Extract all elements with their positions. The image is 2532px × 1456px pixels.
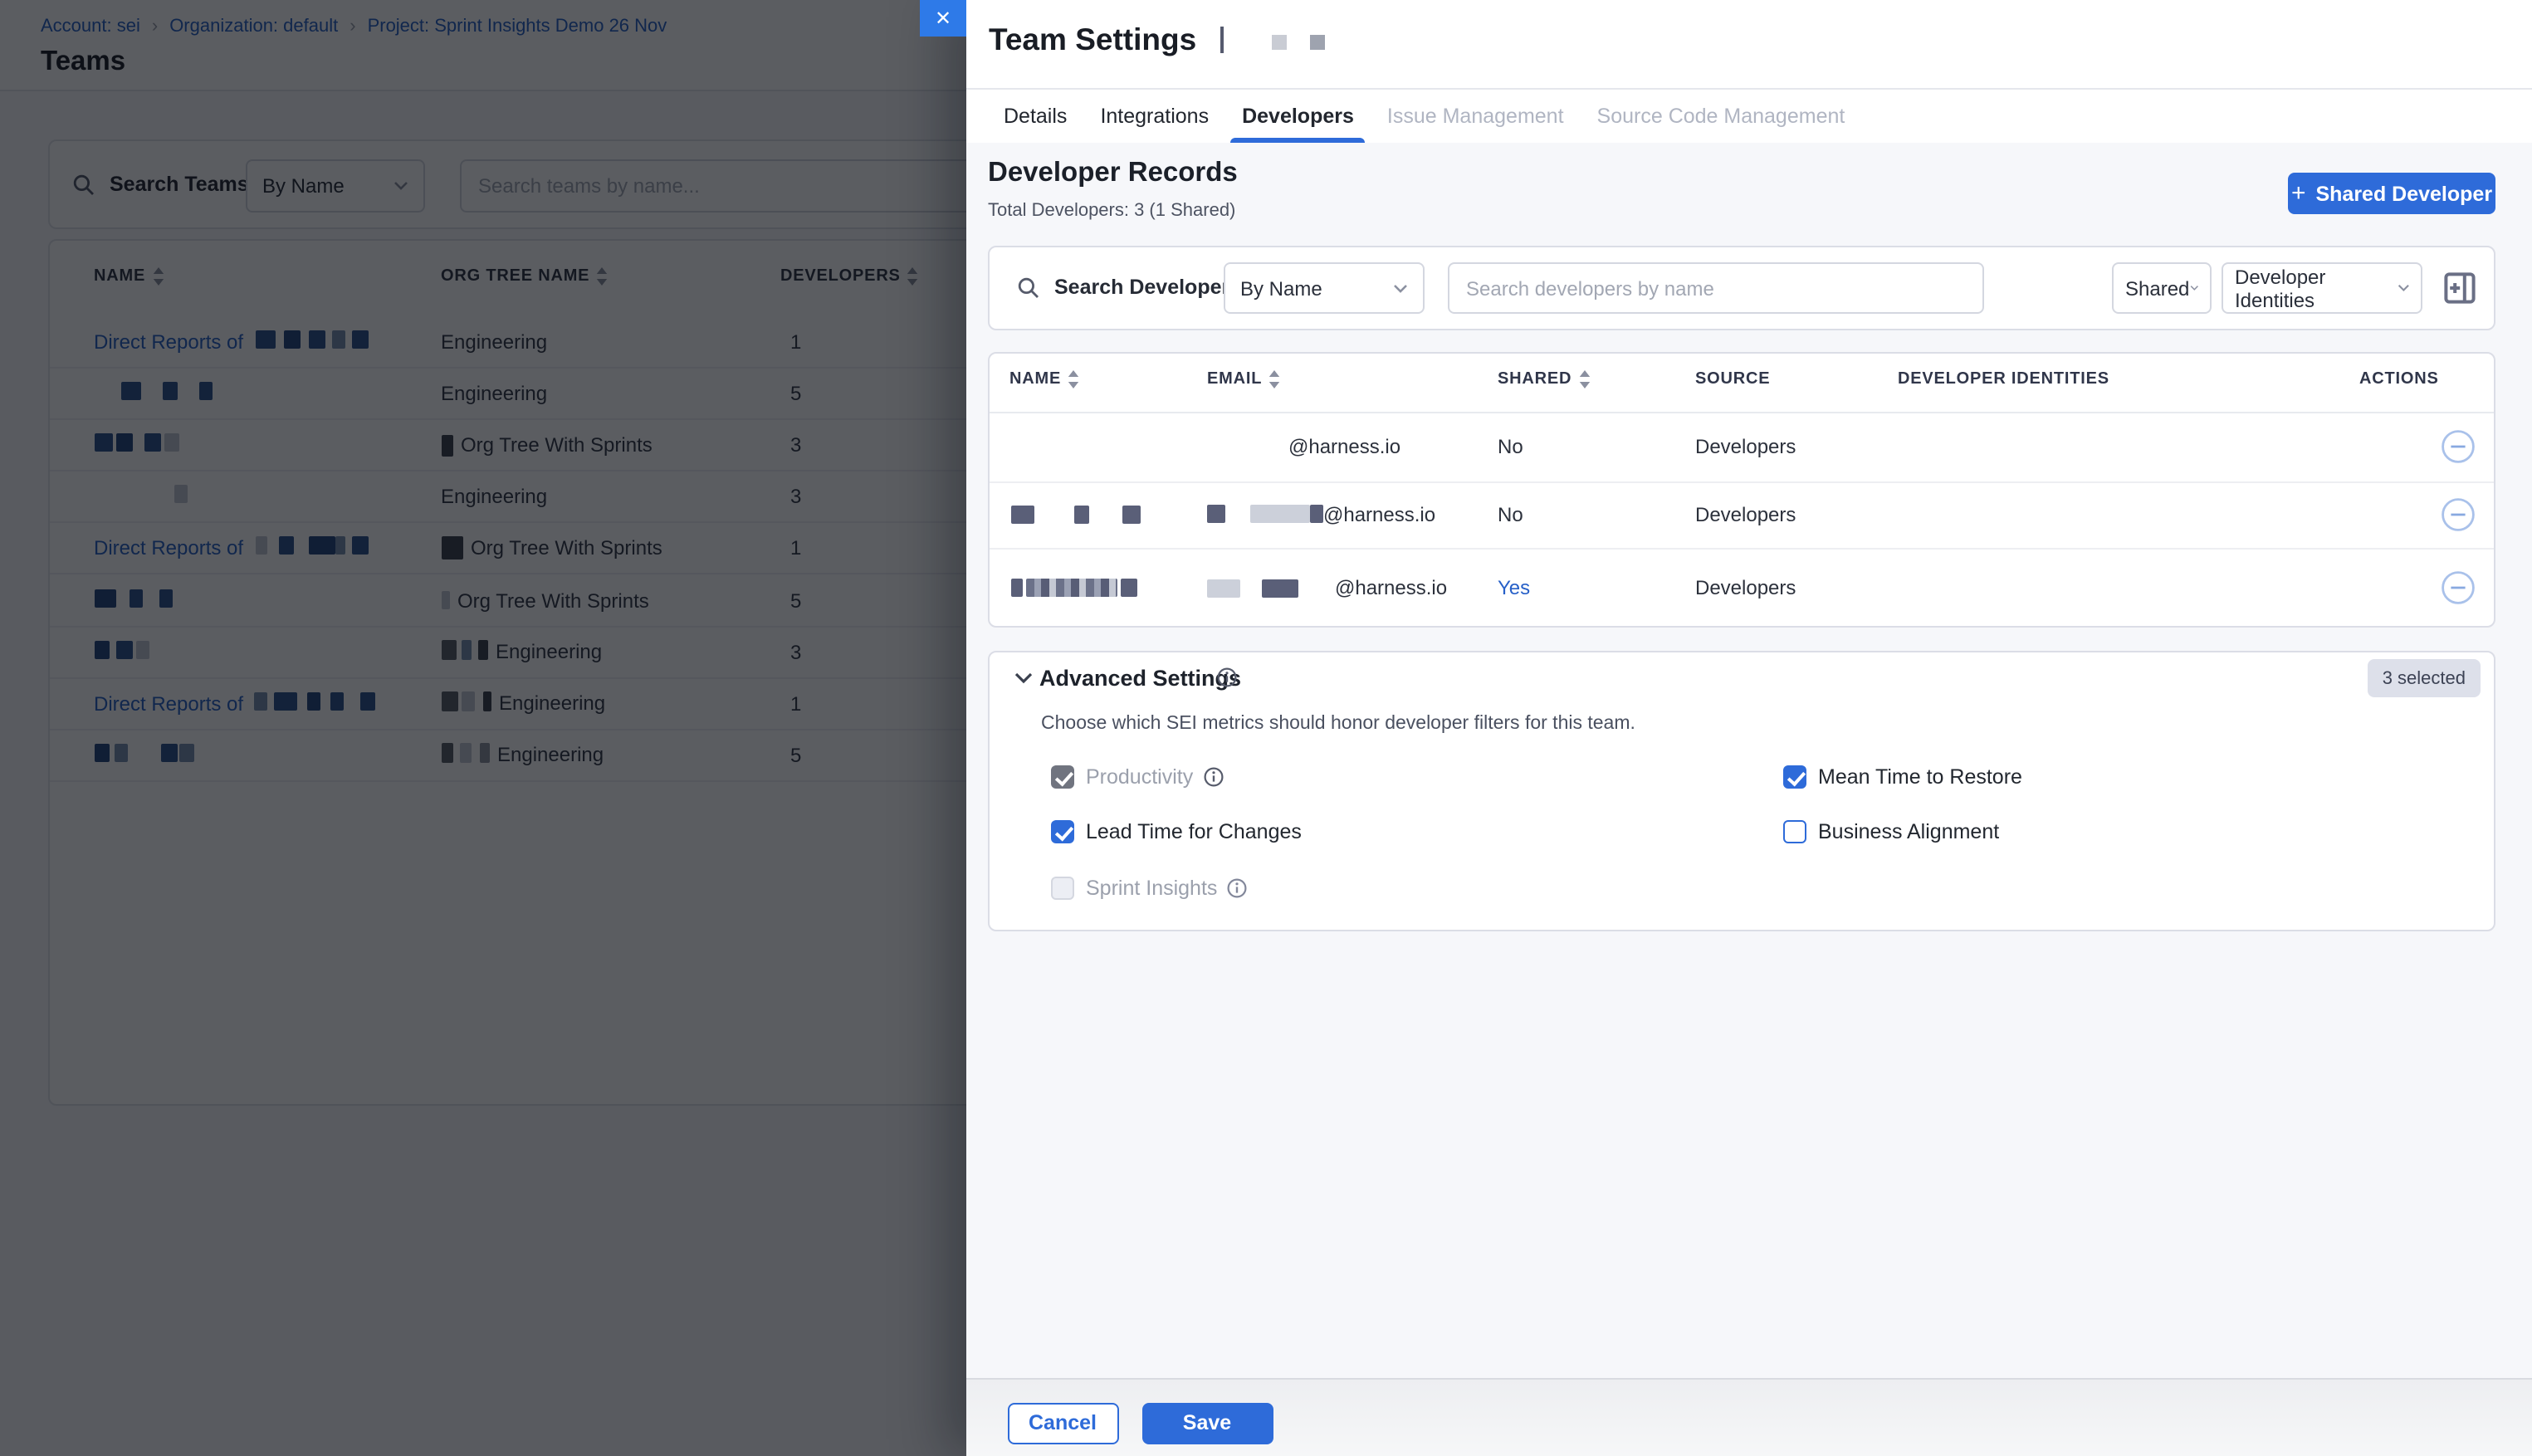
redacted-text (1250, 505, 1310, 523)
productivity-checkbox[interactable] (1051, 765, 1074, 789)
developer-source: Developers (1695, 435, 1796, 458)
developer-shared: No (1498, 502, 1523, 525)
minus-circle-icon (2441, 429, 2476, 464)
developer-shared: No (1498, 435, 1523, 458)
lead-time-for-changes-label: Lead Time for Changes (1086, 820, 1302, 843)
developer-row[interactable]: @harness.io Yes Developers (990, 547, 2494, 628)
developer-table-card: NAME EMAIL SHARED SOURCE DEVELOPER IDENT… (988, 352, 2495, 627)
info-icon[interactable] (1217, 667, 1237, 687)
remove-developer-button[interactable] (2441, 570, 2476, 605)
developer-records-title: Developer Records (988, 158, 1238, 189)
add-shared-developer-button[interactable]: + Shared Developer (2288, 173, 2495, 214)
team-settings-drawer: Team Settings Details Integrations Devel… (966, 0, 2532, 1456)
shared-filter-value: Shared (2125, 276, 2189, 300)
save-button[interactable]: Save (1141, 1402, 1273, 1444)
developers-search-input[interactable] (1448, 262, 1984, 314)
tab-integrations[interactable]: Integrations (1100, 89, 1209, 143)
business-alignment-checkbox[interactable] (1783, 820, 1806, 843)
info-icon[interactable] (1227, 878, 1247, 898)
sprint-insights-label: Sprint Insights (1086, 877, 1247, 900)
chevron-down-icon (2189, 284, 2198, 292)
app-viewport: Account: sei › Organization: default › P… (0, 0, 2532, 1456)
developer-identities-select[interactable]: Developer Identities (2222, 262, 2422, 314)
developer-source: Developers (1695, 502, 1796, 525)
drawer-tabs: Details Integrations Developers Issue Ma… (966, 87, 2532, 143)
developers-filter-by-select[interactable]: By Name (1224, 262, 1425, 314)
close-icon: ✕ (935, 7, 951, 30)
developer-source: Developers (1695, 576, 1796, 599)
tab-issue-management[interactable]: Issue Management (1387, 89, 1564, 143)
remove-developer-button[interactable] (2441, 496, 2476, 531)
dev-col-header-source: SOURCE (1695, 370, 1770, 388)
productivity-label: Productivity (1086, 765, 1223, 789)
search-developers-label: Search Developers (1054, 276, 1241, 300)
sort-icon (1268, 370, 1280, 388)
drawer-footer: Cancel Save (966, 1378, 2532, 1456)
minus-circle-icon (2441, 496, 2476, 531)
mean-time-to-restore-checkbox[interactable] (1783, 765, 1806, 789)
redacted-text (1207, 505, 1225, 523)
minus-circle-icon (2441, 570, 2476, 605)
search-icon (1018, 277, 1039, 299)
developer-identities-value: Developer Identities (2235, 265, 2397, 311)
info-icon[interactable] (1203, 767, 1223, 787)
sort-icon (1578, 370, 1590, 388)
tab-source-code-management[interactable]: Source Code Management (1597, 89, 1845, 143)
redacted-text (1310, 35, 1325, 50)
dev-col-header-identities: DEVELOPER IDENTITIES (1898, 370, 2109, 388)
sprint-insights-checkbox[interactable] (1051, 877, 1074, 900)
redacted-text (1011, 505, 1141, 523)
developer-row[interactable]: @harness.io No Developers (990, 481, 2494, 547)
tab-developers[interactable]: Developers (1242, 89, 1354, 143)
advanced-settings-card: Advanced Settings 3 selected Choose whic… (988, 651, 2495, 931)
redacted-text (1262, 579, 1298, 597)
redacted-text (1310, 505, 1323, 523)
remove-developer-button[interactable] (2441, 429, 2476, 464)
developer-email: @harness.io (1207, 502, 1435, 525)
developer-row[interactable]: @harness.io No Developers (990, 412, 2494, 481)
developers-filter-by-value: By Name (1240, 276, 1322, 300)
cancel-button[interactable]: Cancel (1007, 1402, 1118, 1444)
sort-icon (1068, 370, 1079, 388)
lead-time-for-changes-checkbox[interactable] (1051, 820, 1074, 843)
tab-details[interactable]: Details (1004, 89, 1067, 143)
dev-col-header-actions: ACTIONS (2359, 370, 2439, 388)
advanced-settings-title[interactable]: Advanced Settings (1039, 666, 1241, 691)
dev-col-header-shared[interactable]: SHARED (1498, 370, 1590, 388)
screen: Account: sei › Organization: default › P… (0, 0, 2532, 1456)
add-column-button[interactable] (2444, 272, 2476, 304)
plus-icon: + (2291, 178, 2306, 207)
developer-shared: Yes (1498, 576, 1530, 599)
mean-time-to-restore-label: Mean Time to Restore (1818, 765, 2022, 789)
selected-count-badge: 3 selected (2368, 659, 2481, 697)
chevron-down-icon (1393, 283, 1408, 293)
dev-col-header-email[interactable]: EMAIL (1207, 370, 1280, 388)
developer-email: @harness.io (1288, 435, 1400, 458)
dev-col-header-name[interactable]: NAME (1009, 370, 1079, 388)
close-button[interactable]: ✕ (920, 0, 966, 36)
text-cursor (1220, 27, 1223, 53)
business-alignment-label: Business Alignment (1818, 820, 1999, 843)
chevron-down-icon (2397, 284, 2409, 292)
drawer-title: Team Settings (989, 22, 1196, 58)
redacted-text (1272, 35, 1287, 50)
shared-filter-select[interactable]: Shared (2112, 262, 2212, 314)
add-column-icon (2444, 272, 2476, 304)
drawer-body: Developer Records Total Developers: 3 (1… (966, 143, 2532, 1378)
chevron-down-icon[interactable] (1014, 672, 1033, 684)
total-developers-text: Total Developers: 3 (1 Shared) (988, 201, 1235, 221)
developer-email: @harness.io (1207, 576, 1447, 599)
advanced-settings-description: Choose which SEI metrics should honor de… (1041, 714, 1635, 734)
redacted-text (1011, 579, 1137, 597)
developer-filter-card: Search Developers By Name Shared Develop… (988, 246, 2495, 330)
redacted-text (1207, 579, 1240, 597)
